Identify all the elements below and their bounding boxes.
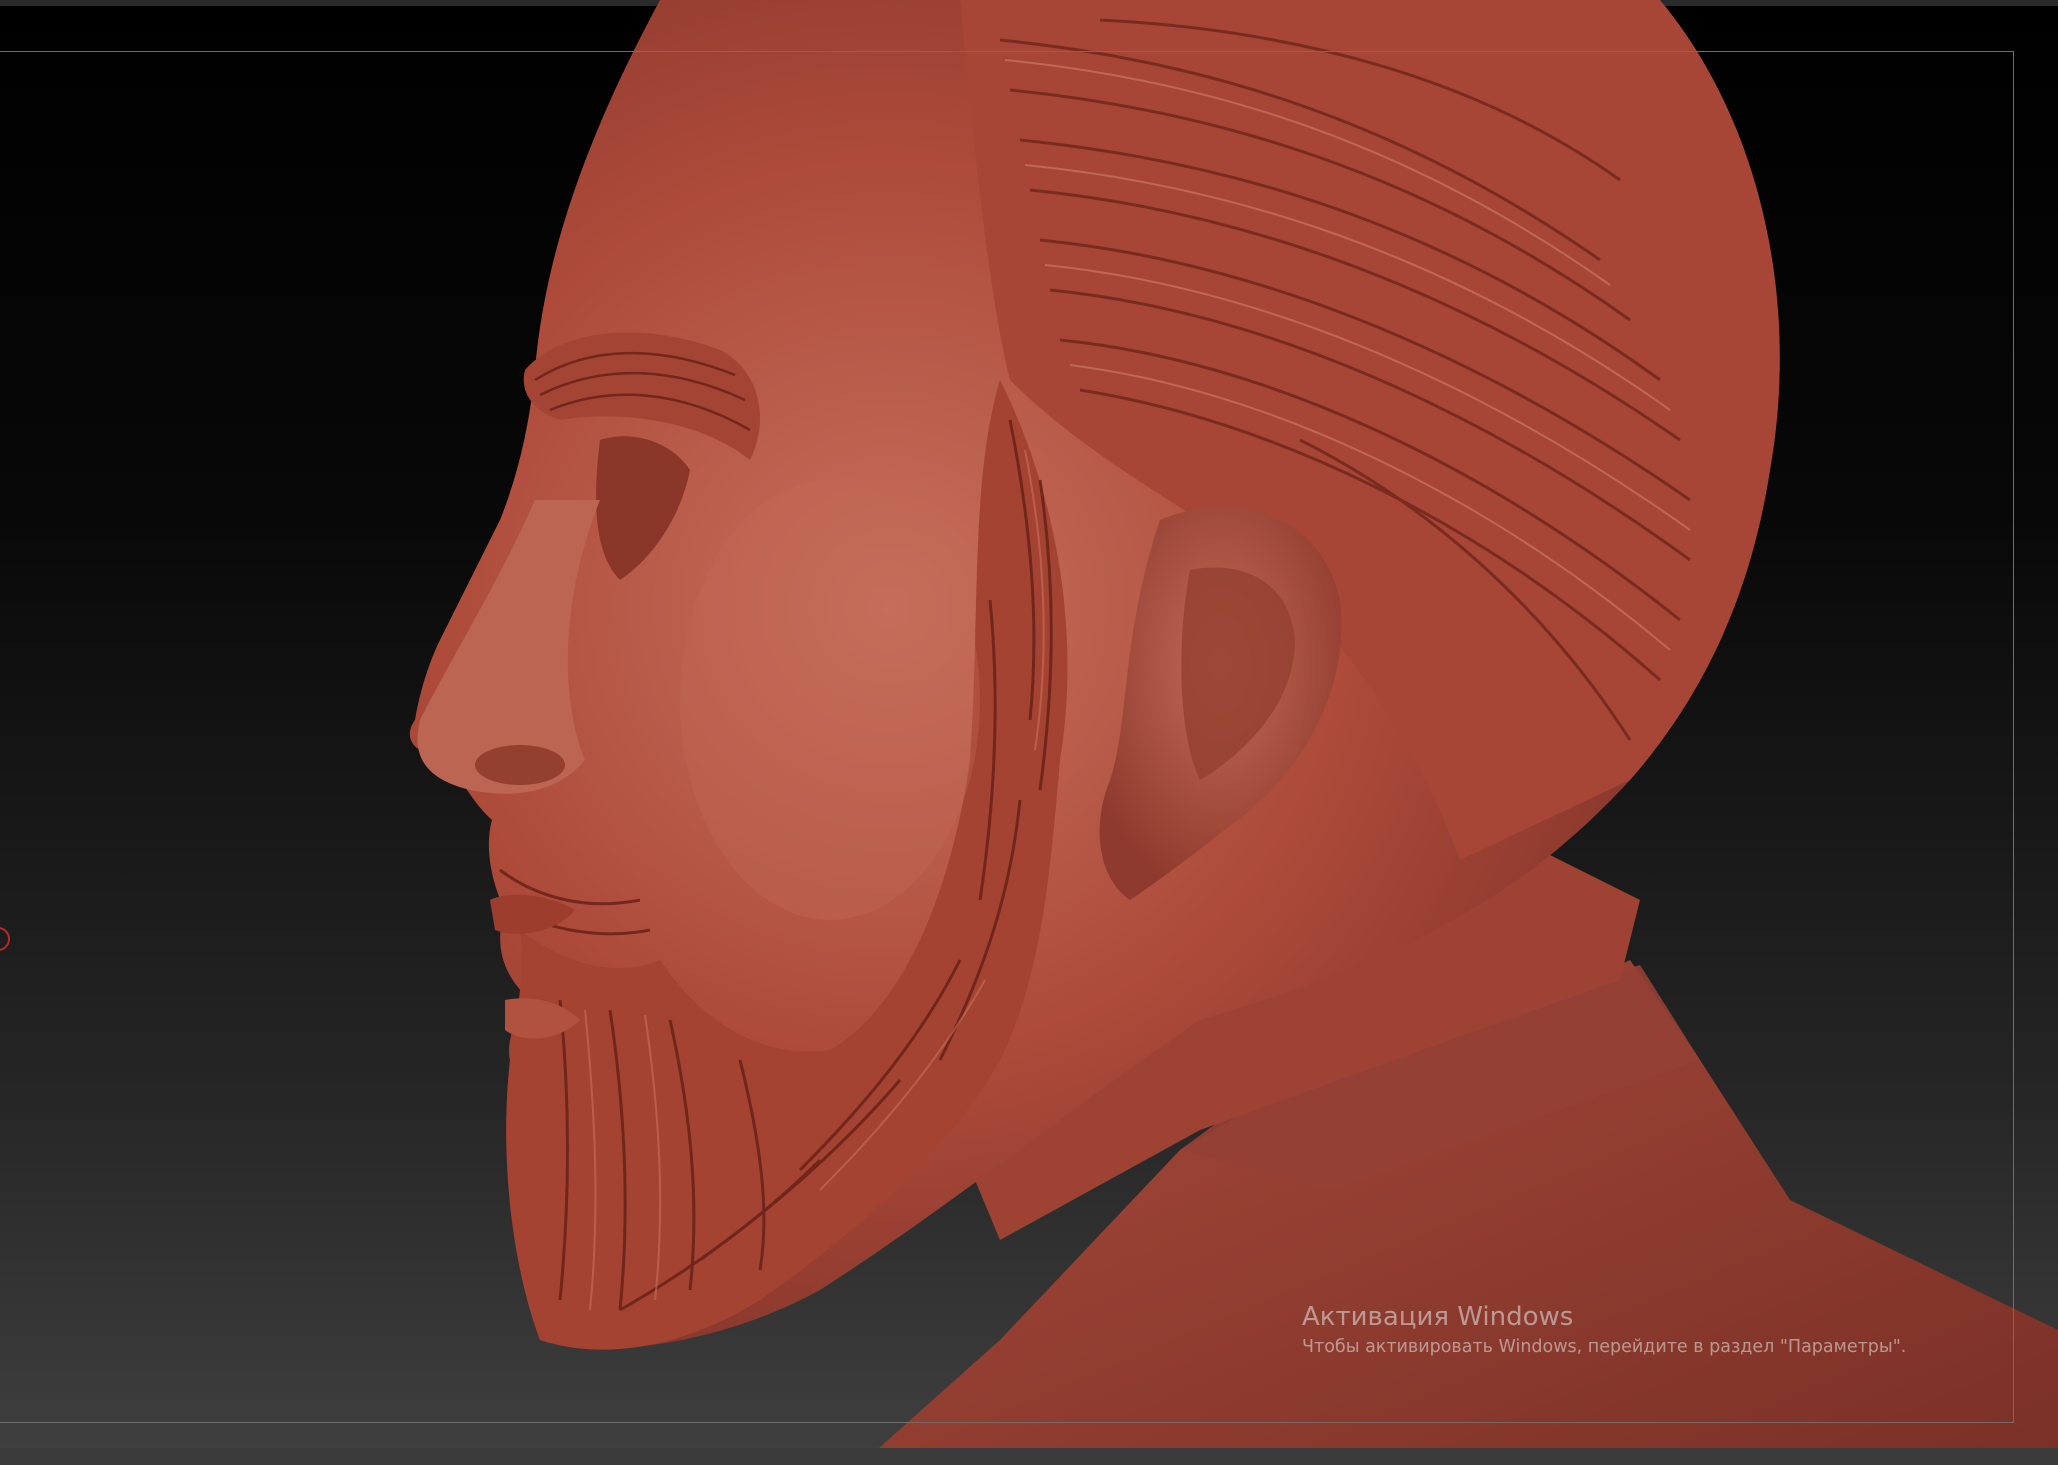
activation-subtitle: Чтобы активировать Windows, перейдите в … [1302,1337,1907,1357]
windows-activation-watermark: Активация Windows Чтобы активировать Win… [1302,1300,1906,1360]
3d-viewport[interactable]: Активация Windows Чтобы активировать Win… [0,0,2058,1465]
activation-title: Активация Windows [1302,1302,1574,1332]
sculpt-model[interactable] [0,0,2058,1465]
model-nostril [475,745,565,785]
model-cheek [680,480,980,920]
bottom-toolbar-strip [0,1448,2058,1465]
